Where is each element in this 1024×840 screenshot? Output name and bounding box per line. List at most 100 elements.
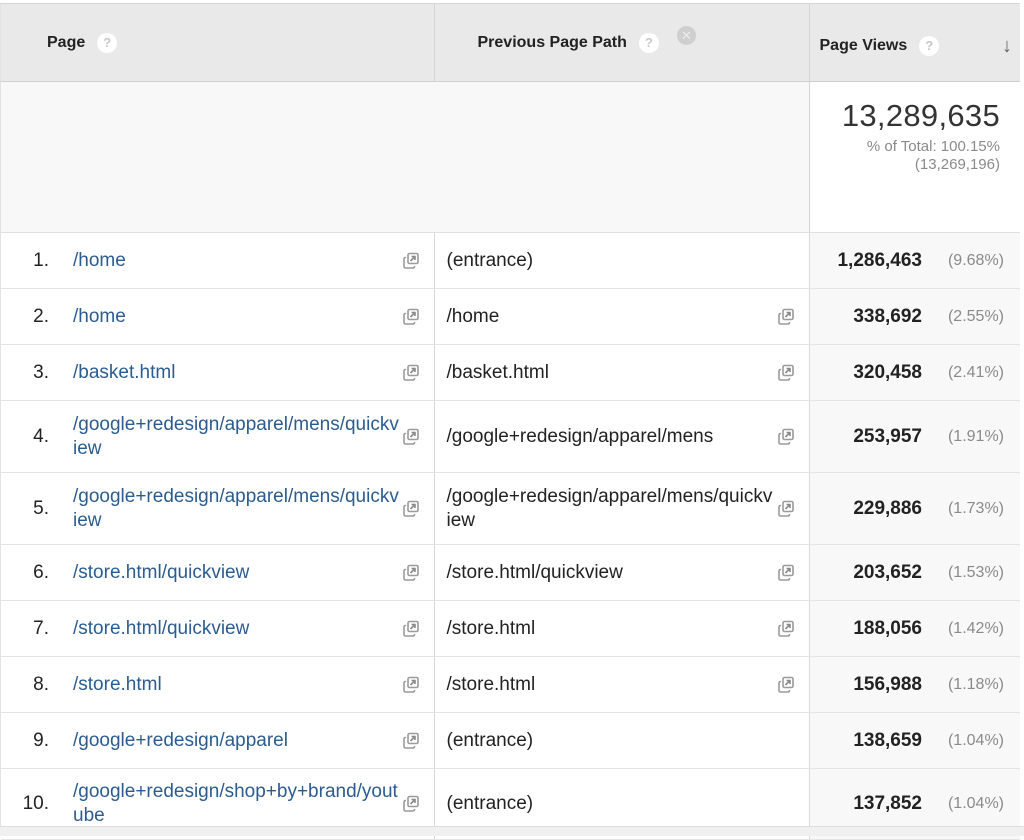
page-views-cell: 253,957 (1.91%): [809, 400, 1020, 473]
page-link[interactable]: /store.html/quickview: [73, 617, 399, 641]
row-number: 4.: [33, 425, 49, 447]
row-number: 6.: [33, 561, 49, 583]
column-label-page: Page: [47, 33, 86, 51]
page-views-value: 253,957: [853, 425, 922, 447]
previous-page-path-cell: /store.html: [434, 600, 810, 657]
arrow-down-icon[interactable]: ↓: [1002, 36, 1012, 56]
open-in-new-window-icon[interactable]: [776, 563, 796, 583]
report-table-container: Page ? Previous Page Path ? ✕ Page Views…: [0, 3, 1020, 840]
question-mark-icon[interactable]: ?: [919, 35, 940, 56]
row-number: 2.: [33, 305, 49, 327]
row-number: 9.: [33, 729, 49, 751]
open-in-new-window-icon[interactable]: [401, 794, 421, 814]
open-in-new-window-icon[interactable]: [401, 675, 421, 695]
question-mark-icon[interactable]: ?: [97, 32, 118, 53]
page-link[interactable]: /google+redesign/apparel/mens/quickview: [73, 485, 399, 533]
totals-blank-cell: [434, 81, 809, 233]
question-mark-icon[interactable]: ?: [638, 32, 659, 53]
page-link[interactable]: /store.html/quickview: [73, 561, 399, 585]
page-cell: 3. /basket.html: [1, 344, 435, 401]
table-row: 8. /store.html /store.html 156,988 (1.18…: [1, 656, 1020, 713]
page-views-cell: 320,458 (2.41%): [809, 344, 1020, 401]
page-views-value: 338,692: [853, 305, 922, 327]
page-link[interactable]: /store.html: [73, 673, 399, 697]
page-cell: 1. /home: [1, 232, 435, 289]
column-header-page[interactable]: Page ?: [1, 4, 435, 82]
table-header-row: Page ? Previous Page Path ? ✕ Page Views…: [1, 4, 1020, 82]
page-cell: 2. /home: [1, 288, 435, 345]
page-views-value: 188,056: [853, 617, 922, 639]
page-link[interactable]: /basket.html: [73, 361, 399, 385]
table-row: 2. /home /home 338,692 (2.55%): [1, 288, 1020, 345]
open-in-new-window-icon[interactable]: [776, 619, 796, 639]
open-in-new-window-icon[interactable]: [776, 363, 796, 383]
previous-page-path: /basket.html: [446, 361, 549, 383]
page-views-percent: (1.42%): [947, 619, 1004, 637]
previous-page-path: (entrance): [446, 793, 534, 814]
totals-page-views-cell: 13,289,635 % of Total: 100.15% (13,269,1…: [808, 81, 1020, 233]
totals-row: 13,289,635 % of Total: 100.15% (13,269,1…: [1, 81, 1020, 233]
page-views-cell: 203,652 (1.53%): [809, 544, 1020, 601]
column-header-previous-page-path[interactable]: Previous Page Path ? ✕: [434, 4, 810, 82]
page-views-percent: (1.91%): [947, 427, 1004, 445]
page-views-percent: (2.55%): [947, 307, 1004, 325]
open-in-new-window-icon[interactable]: [401, 619, 421, 639]
previous-page-path-cell: /store.html/quickview: [434, 544, 810, 601]
totals-blank-cell: [1, 81, 434, 233]
remove-dimension-icon[interactable]: ✕: [676, 26, 696, 45]
page-link[interactable]: /google+redesign/apparel/mens/quickview: [73, 413, 399, 461]
open-in-new-window-icon[interactable]: [401, 731, 421, 751]
page-views-value: 156,988: [853, 673, 922, 695]
total-absolute: (13,269,196): [914, 156, 1000, 173]
page-views-percent: (1.04%): [947, 731, 1004, 749]
table-row: 1. /home (entrance) 1,286,463 (9.68%): [1, 232, 1020, 289]
table-row: 9. /google+redesign/apparel (entrance) 1…: [1, 712, 1020, 769]
page-views-percent: (2.41%): [947, 363, 1004, 381]
open-in-new-window-icon[interactable]: [776, 307, 796, 327]
page-views-cell: 156,988 (1.18%): [809, 656, 1020, 713]
open-in-new-window-icon[interactable]: [776, 675, 796, 695]
page-link[interactable]: /home: [73, 249, 399, 273]
table-row: 5. /google+redesign/apparel/mens/quickvi…: [1, 472, 1020, 545]
page-views-percent: (1.18%): [947, 675, 1004, 693]
column-header-page-views[interactable]: Page Views ? ↓: [809, 4, 1020, 82]
table-row: 6. /store.html/quickview /store.html/qui…: [1, 544, 1020, 601]
previous-page-path: /google+redesign/apparel/mens: [446, 425, 714, 447]
page-views-cell: 1,286,463 (9.68%): [809, 232, 1020, 289]
table-row: 4. /google+redesign/apparel/mens/quickvi…: [1, 400, 1020, 473]
page-cell: 4. /google+redesign/apparel/mens/quickvi…: [1, 400, 435, 473]
previous-page-path-cell: /home: [434, 288, 810, 345]
open-in-new-window-icon[interactable]: [401, 363, 421, 383]
page-views-value: 203,652: [853, 561, 922, 583]
previous-page-path-cell: /store.html: [434, 656, 810, 713]
page-views-value: 1,286,463: [837, 249, 922, 271]
open-in-new-window-icon[interactable]: [401, 563, 421, 583]
table-row: 7. /store.html/quickview /store.html 188…: [1, 600, 1020, 657]
open-in-new-window-icon[interactable]: [401, 307, 421, 327]
table-row: 3. /basket.html /basket.html 320,458 (2.…: [1, 344, 1020, 401]
page-cell: 5. /google+redesign/apparel/mens/quickvi…: [1, 472, 435, 545]
page-views-percent: (1.73%): [947, 499, 1004, 517]
open-in-new-window-icon[interactable]: [401, 499, 421, 519]
row-number: 1.: [33, 249, 49, 271]
page-views-cell: 188,056 (1.42%): [809, 600, 1020, 657]
page-link[interactable]: /google+redesign/shop+by+brand/youtube: [73, 780, 399, 828]
open-in-new-window-icon[interactable]: [401, 251, 421, 271]
open-in-new-window-icon[interactable]: [401, 427, 421, 447]
page-link[interactable]: /google+redesign/apparel: [73, 729, 399, 753]
previous-page-path: /store.html/quickview: [446, 561, 623, 583]
row-number: 10.: [22, 793, 49, 814]
previous-page-path-cell: (entrance): [434, 712, 810, 769]
total-percent-of-total: % of Total: 100.15%: [866, 138, 1000, 155]
page-views-value: 137,852: [853, 793, 922, 814]
page-link[interactable]: /home: [73, 305, 399, 329]
previous-page-path: /home: [446, 305, 500, 327]
total-page-views: 13,289,635: [841, 98, 1000, 133]
page-views-value: 320,458: [853, 361, 922, 383]
page-views-percent: (9.68%): [947, 251, 1004, 269]
open-in-new-window-icon[interactable]: [776, 499, 796, 519]
open-in-new-window-icon[interactable]: [776, 427, 796, 447]
previous-page-path-cell: /google+redesign/apparel/mens: [434, 400, 810, 473]
column-label-page-views: Page Views: [819, 36, 908, 54]
previous-page-path: /google+redesign/apparel/mens/quickview: [446, 485, 773, 531]
